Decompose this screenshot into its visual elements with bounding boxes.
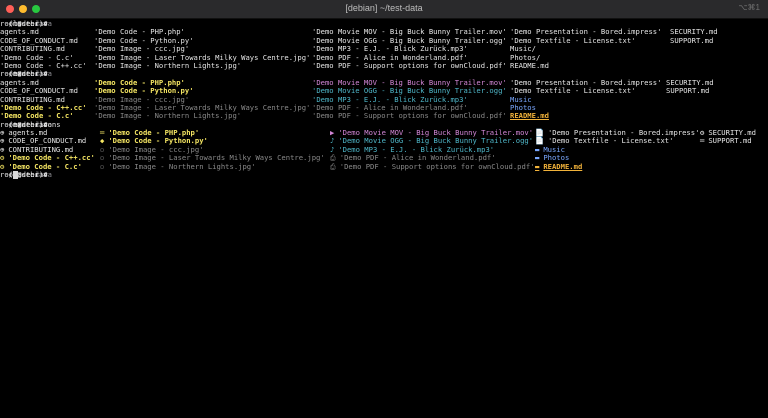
file-name: 'Demo Code - C.c' <box>0 111 74 121</box>
file-type-icon: ▬ <box>535 153 540 163</box>
text-cursor <box>12 171 18 180</box>
file-entry[interactable]: ▫ 'Demo Image - Northern Lights.jpg' <box>100 161 256 171</box>
file-type-icon: ⚙ <box>0 153 5 163</box>
window-shortcut: ⌥⌘1 <box>738 3 760 12</box>
file-entry[interactable]: ▬ README.md <box>535 161 583 171</box>
file-name: SUPPORT.md <box>670 35 714 45</box>
file-name: 'Demo Image - Northern Lights.jpg' <box>94 60 242 70</box>
file-name: 'Demo PDF - Support options for ownCloud… <box>312 60 507 70</box>
prompt-line-final: root@debian ~/test-data (master)# <box>0 170 768 180</box>
file-type-icon: ▫ <box>100 153 105 163</box>
file-name: README.md <box>510 111 549 121</box>
file-entry[interactable]: 'Demo Image - Northern Lights.jpg' <box>94 112 241 120</box>
window-title: [debian] ~/test-data <box>345 3 423 13</box>
file-type-icon: ⎙ <box>330 161 336 171</box>
file-entry[interactable]: ═ SUPPORT.md <box>700 137 752 145</box>
file-type-icon: ▫ <box>100 161 105 171</box>
file-name: 'Demo Textfile - License.txt' <box>547 136 674 146</box>
file-name: 'Demo PDF - Support options for ownCloud… <box>339 161 535 171</box>
file-name: README.md <box>543 161 583 171</box>
file-type-icon: ═ <box>700 136 705 146</box>
file-entry[interactable]: README.md <box>510 112 549 120</box>
listing-row-ls: 'Demo Code - C++.cc' 'Demo Image - Northe… <box>0 60 768 70</box>
terminal-output[interactable]: root@debian ~/test-data (master)# ls agen… <box>0 19 768 180</box>
file-entry[interactable]: SUPPORT.md <box>670 35 714 45</box>
terminal-window: [debian] ~/test-data ⌥⌘1 root@debian ~/t… <box>0 0 768 418</box>
file-entry[interactable]: 'Demo PDF - Support options for ownCloud… <box>312 60 507 70</box>
file-name: 'Demo Image - Northern Lights.jpg' <box>94 111 242 121</box>
file-type-icon: ▬ <box>535 161 540 171</box>
file-name: SUPPORT.md <box>666 86 710 96</box>
file-entry[interactable]: 'Demo Image - Northern Lights.jpg' <box>94 60 242 70</box>
file-name: 'Demo Image - Northern Lights.jpg' <box>108 161 256 171</box>
file-entry[interactable]: 'Demo PDF - Support options for ownCloud… <box>312 112 507 120</box>
file-name: README.md <box>510 60 549 70</box>
title-bar: [debian] ~/test-data ⌥⌘1 <box>0 0 768 19</box>
listing-row-exa-icons: ⚙ 'Demo Code - C.c' ▫ 'Demo Image - Norther… <box>0 161 768 171</box>
file-entry[interactable]: README.md <box>510 60 549 70</box>
listing-row-exa: 'Demo Code - C.c' 'Demo Image - Northern … <box>0 112 768 120</box>
file-name: 'Demo PDF - Support options for ownCloud… <box>312 111 507 121</box>
file-type-icon: ⎙ <box>330 153 336 163</box>
file-name: SUPPORT.md <box>708 136 752 146</box>
file-entry[interactable]: ⎙ 'Demo PDF - Support options for ownClou… <box>330 161 535 171</box>
file-entry[interactable]: SUPPORT.md <box>666 86 710 96</box>
